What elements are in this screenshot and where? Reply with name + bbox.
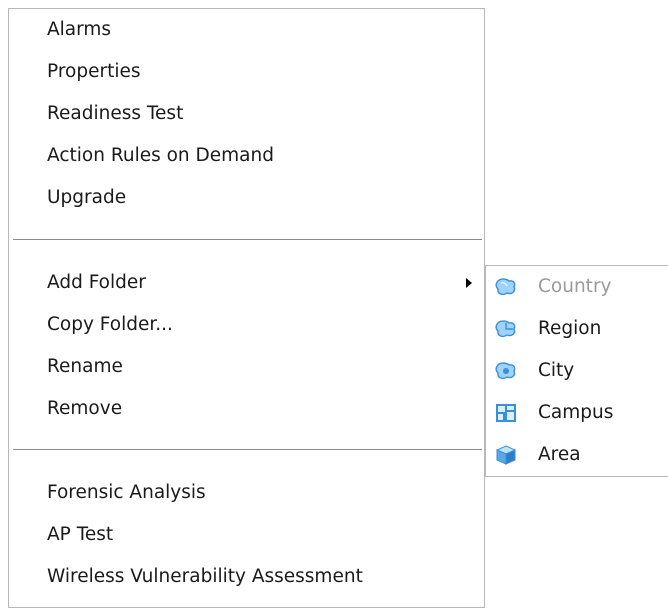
menu-item-wireless-vulnerability-assessment[interactable]: Wireless Vulnerability Assessment	[47, 566, 363, 588]
campus-icon	[495, 403, 517, 423]
submenu-item-label: Country	[538, 276, 612, 297]
area-icon	[495, 445, 517, 465]
menu-item-action-rules-on-demand[interactable]: Action Rules on Demand	[47, 145, 274, 167]
submenu-item-label: City	[538, 360, 575, 381]
menu-item-rename[interactable]: Rename	[47, 356, 123, 378]
region-icon	[495, 319, 517, 339]
menu-item-forensic-analysis[interactable]: Forensic Analysis	[47, 482, 206, 504]
menu-item-add-folder-label: Add Folder	[47, 272, 146, 293]
menu-separator	[13, 239, 482, 240]
menu-separator	[13, 449, 482, 450]
add-folder-submenu: Country Region City Campus Area	[485, 265, 668, 477]
menu-item-readiness-test[interactable]: Readiness Test	[47, 103, 183, 125]
menu-item-upgrade[interactable]: Upgrade	[47, 187, 126, 209]
submenu-item-region[interactable]: Region	[490, 315, 665, 343]
submenu-item-campus[interactable]: Campus	[490, 399, 665, 427]
city-icon	[495, 361, 517, 381]
menu-item-copy-folder[interactable]: Copy Folder...	[47, 314, 173, 336]
menu-item-remove[interactable]: Remove	[47, 398, 122, 420]
menu-item-ap-test[interactable]: AP Test	[47, 524, 113, 546]
submenu-item-city[interactable]: City	[490, 357, 665, 385]
submenu-item-label: Campus	[538, 402, 614, 423]
menu-item-add-folder[interactable]: Add Folder	[47, 272, 517, 294]
submenu-item-label: Region	[538, 318, 602, 339]
menu-item-alarms[interactable]: Alarms	[47, 19, 111, 41]
context-menu: Alarms Properties Readiness Test Action …	[8, 8, 485, 608]
submenu-item-country[interactable]: Country	[490, 273, 665, 301]
country-icon	[495, 277, 517, 297]
submenu-item-label: Area	[538, 444, 581, 465]
submenu-arrow-icon	[466, 278, 472, 288]
menu-item-properties[interactable]: Properties	[47, 61, 141, 83]
submenu-item-area[interactable]: Area	[490, 441, 665, 469]
